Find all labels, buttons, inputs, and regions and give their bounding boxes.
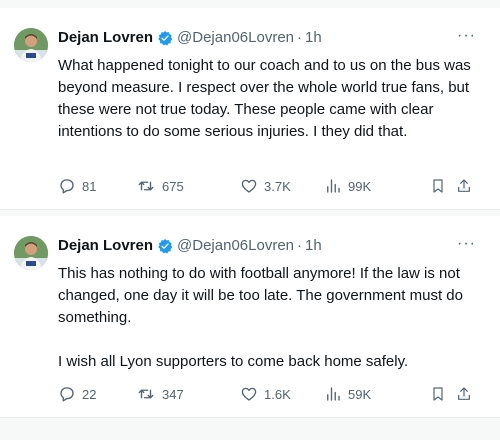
reply-count: 81 [82,178,97,194]
tweet-paragraph: What happened tonight to our coach and t… [58,57,471,140]
author-name[interactable]: Dejan Lovren [58,236,153,256]
bookmark-button[interactable] [430,176,452,196]
like-count: 1.6K [264,386,291,402]
tweet-paragraph: This has nothing to do with football any… [58,265,463,326]
views-icon [327,387,340,401]
like-button[interactable]: 3.7K [240,176,291,196]
repost-count: 347 [162,386,184,402]
timestamp[interactable]: 1h [305,236,322,256]
views-icon [327,179,340,193]
separator-dot: · [297,29,302,46]
reply-icon [60,387,74,402]
separator-dot: · [297,237,302,254]
repost-icon [138,181,154,191]
tweet-text: This has nothing to do with football any… [58,263,478,373]
views-button[interactable]: 59K [324,384,371,404]
tweet[interactable]: Dejan Lovren @Dejan06Lovren · 1h ··· Wha… [0,8,500,210]
bookmark-icon [433,179,443,193]
tweet-header: Dejan Lovren @Dejan06Lovren · 1h [58,28,480,48]
repost-icon [138,389,154,399]
views-button[interactable]: 99K [324,176,371,196]
action-bar: 81 675 3.7K 99K [58,176,478,196]
avatar[interactable] [14,28,48,62]
view-count: 59K [348,386,372,402]
bookmark-button[interactable] [430,384,452,404]
verified-badge-icon [157,30,173,46]
share-icon [458,179,470,192]
tweet[interactable]: Dejan Lovren @Dejan06Lovren · 1h ··· Thi… [0,216,500,418]
tweet-text: What happened tonight to our coach and t… [58,55,478,143]
verified-badge-icon [157,238,173,254]
author-handle[interactable]: @Dejan06Lovren [177,28,294,48]
tweet-paragraph: I wish all Lyon supporters to come back … [58,353,409,370]
author-handle[interactable]: @Dejan06Lovren [177,236,294,256]
bookmark-icon [433,387,443,401]
like-icon [241,387,257,401]
reply-count: 22 [82,386,97,402]
share-button[interactable] [456,384,478,404]
author-name[interactable]: Dejan Lovren [58,28,153,48]
timestamp[interactable]: 1h [305,28,322,48]
tweet-header: Dejan Lovren @Dejan06Lovren · 1h [58,236,480,256]
like-count: 3.7K [264,178,291,194]
repost-count: 675 [162,178,184,194]
repost-button[interactable]: 675 [136,176,184,196]
more-icon[interactable]: ··· [457,28,476,44]
bottom-strip [0,418,500,440]
more-icon[interactable]: ··· [457,236,476,252]
like-icon [241,179,257,193]
avatar[interactable] [14,236,48,270]
reply-button[interactable]: 81 [58,176,96,196]
action-bar: 22 347 1.6K 59K [58,384,478,404]
share-icon [458,387,470,400]
reply-button[interactable]: 22 [58,384,96,404]
reply-icon [60,179,74,194]
repost-button[interactable]: 347 [136,384,184,404]
view-count: 99K [348,178,372,194]
like-button[interactable]: 1.6K [240,384,291,404]
share-button[interactable] [456,176,478,196]
